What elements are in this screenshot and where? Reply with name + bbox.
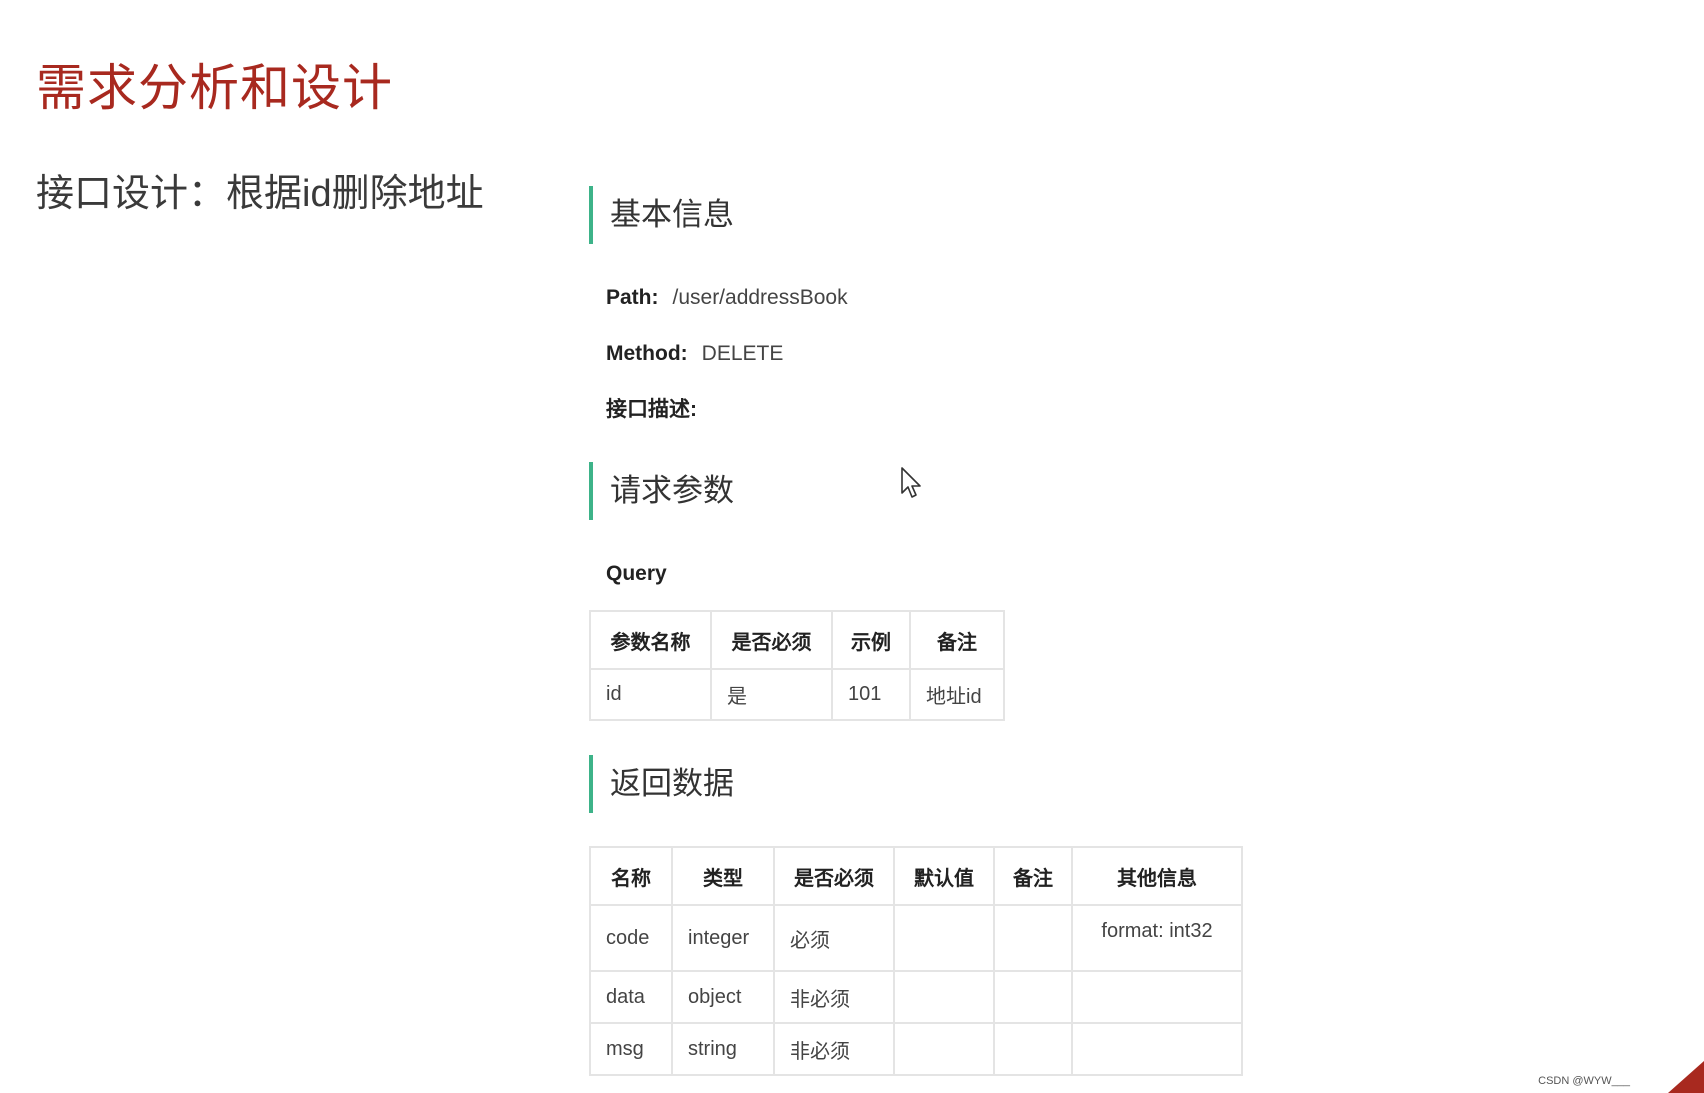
table-cell <box>1071 1022 1243 1076</box>
table-header-row: 参数名称 是否必须 示例 备注 <box>589 610 1005 670</box>
table-cell: 是 <box>710 668 833 721</box>
table-cell: code <box>589 904 673 972</box>
column-header: 参数名称 <box>589 610 712 670</box>
table-row: code integer 必须 format: int32 <box>589 904 1243 972</box>
table-cell <box>893 970 995 1024</box>
path-value: /user/addressBook <box>672 286 848 309</box>
table-cell <box>1071 970 1243 1024</box>
mouse-pointer-icon <box>901 467 921 498</box>
method-label: Method: <box>606 342 688 365</box>
column-header: 备注 <box>909 610 1005 670</box>
column-header: 是否必须 <box>773 846 895 906</box>
slide-subtitle: 接口设计：根据id删除地址 <box>36 173 484 215</box>
request-params-heading: 请求参数 <box>589 462 734 520</box>
table-cell: data <box>589 970 673 1024</box>
basic-info-heading: 基本信息 <box>589 186 734 244</box>
column-header: 类型 <box>671 846 775 906</box>
slide-title: 需求分析和设计 <box>36 60 393 116</box>
description-row: 接口描述: <box>606 396 697 424</box>
query-label: Query <box>606 562 667 585</box>
path-row: Path: /user/addressBook <box>606 284 848 312</box>
table-cell: 101 <box>831 668 911 721</box>
table-cell <box>993 970 1073 1024</box>
column-header: 备注 <box>993 846 1073 906</box>
table-cell: id <box>589 668 712 721</box>
table-cell: string <box>671 1022 775 1076</box>
table-row: data object 非必须 <box>589 970 1243 1024</box>
description-label: 接口描述: <box>606 398 697 421</box>
path-label: Path: <box>606 286 659 309</box>
column-header: 其他信息 <box>1071 846 1243 906</box>
table-cell: 非必须 <box>773 1022 895 1076</box>
column-header: 名称 <box>589 846 673 906</box>
method-row: Method: DELETE <box>606 340 783 368</box>
table-cell <box>893 904 995 972</box>
table-cell: format: int32 <box>1071 904 1243 972</box>
table-cell: 非必须 <box>773 970 895 1024</box>
table-cell: 地址id <box>909 668 1005 721</box>
corner-decoration <box>1668 1061 1704 1093</box>
column-header: 是否必须 <box>710 610 833 670</box>
watermark-text: CSDN @WYW___ <box>1538 1075 1630 1087</box>
table-cell <box>993 1022 1073 1076</box>
table-cell: 必须 <box>773 904 895 972</box>
table-cell <box>893 1022 995 1076</box>
table-cell: object <box>671 970 775 1024</box>
method-value: DELETE <box>701 342 784 365</box>
response-data-table: 名称 类型 是否必须 默认值 备注 其他信息 code integer 必须 f… <box>589 846 1243 1076</box>
request-params-table: 参数名称 是否必须 示例 备注 id 是 101 地址id <box>589 610 1005 721</box>
table-cell <box>993 904 1073 972</box>
column-header: 默认值 <box>893 846 995 906</box>
table-cell: msg <box>589 1022 673 1076</box>
column-header: 示例 <box>831 610 911 670</box>
table-row: msg string 非必须 <box>589 1022 1243 1076</box>
table-row: id 是 101 地址id <box>589 668 1005 721</box>
table-header-row: 名称 类型 是否必须 默认值 备注 其他信息 <box>589 846 1243 906</box>
table-cell: integer <box>671 904 775 972</box>
response-data-heading: 返回数据 <box>589 755 734 813</box>
